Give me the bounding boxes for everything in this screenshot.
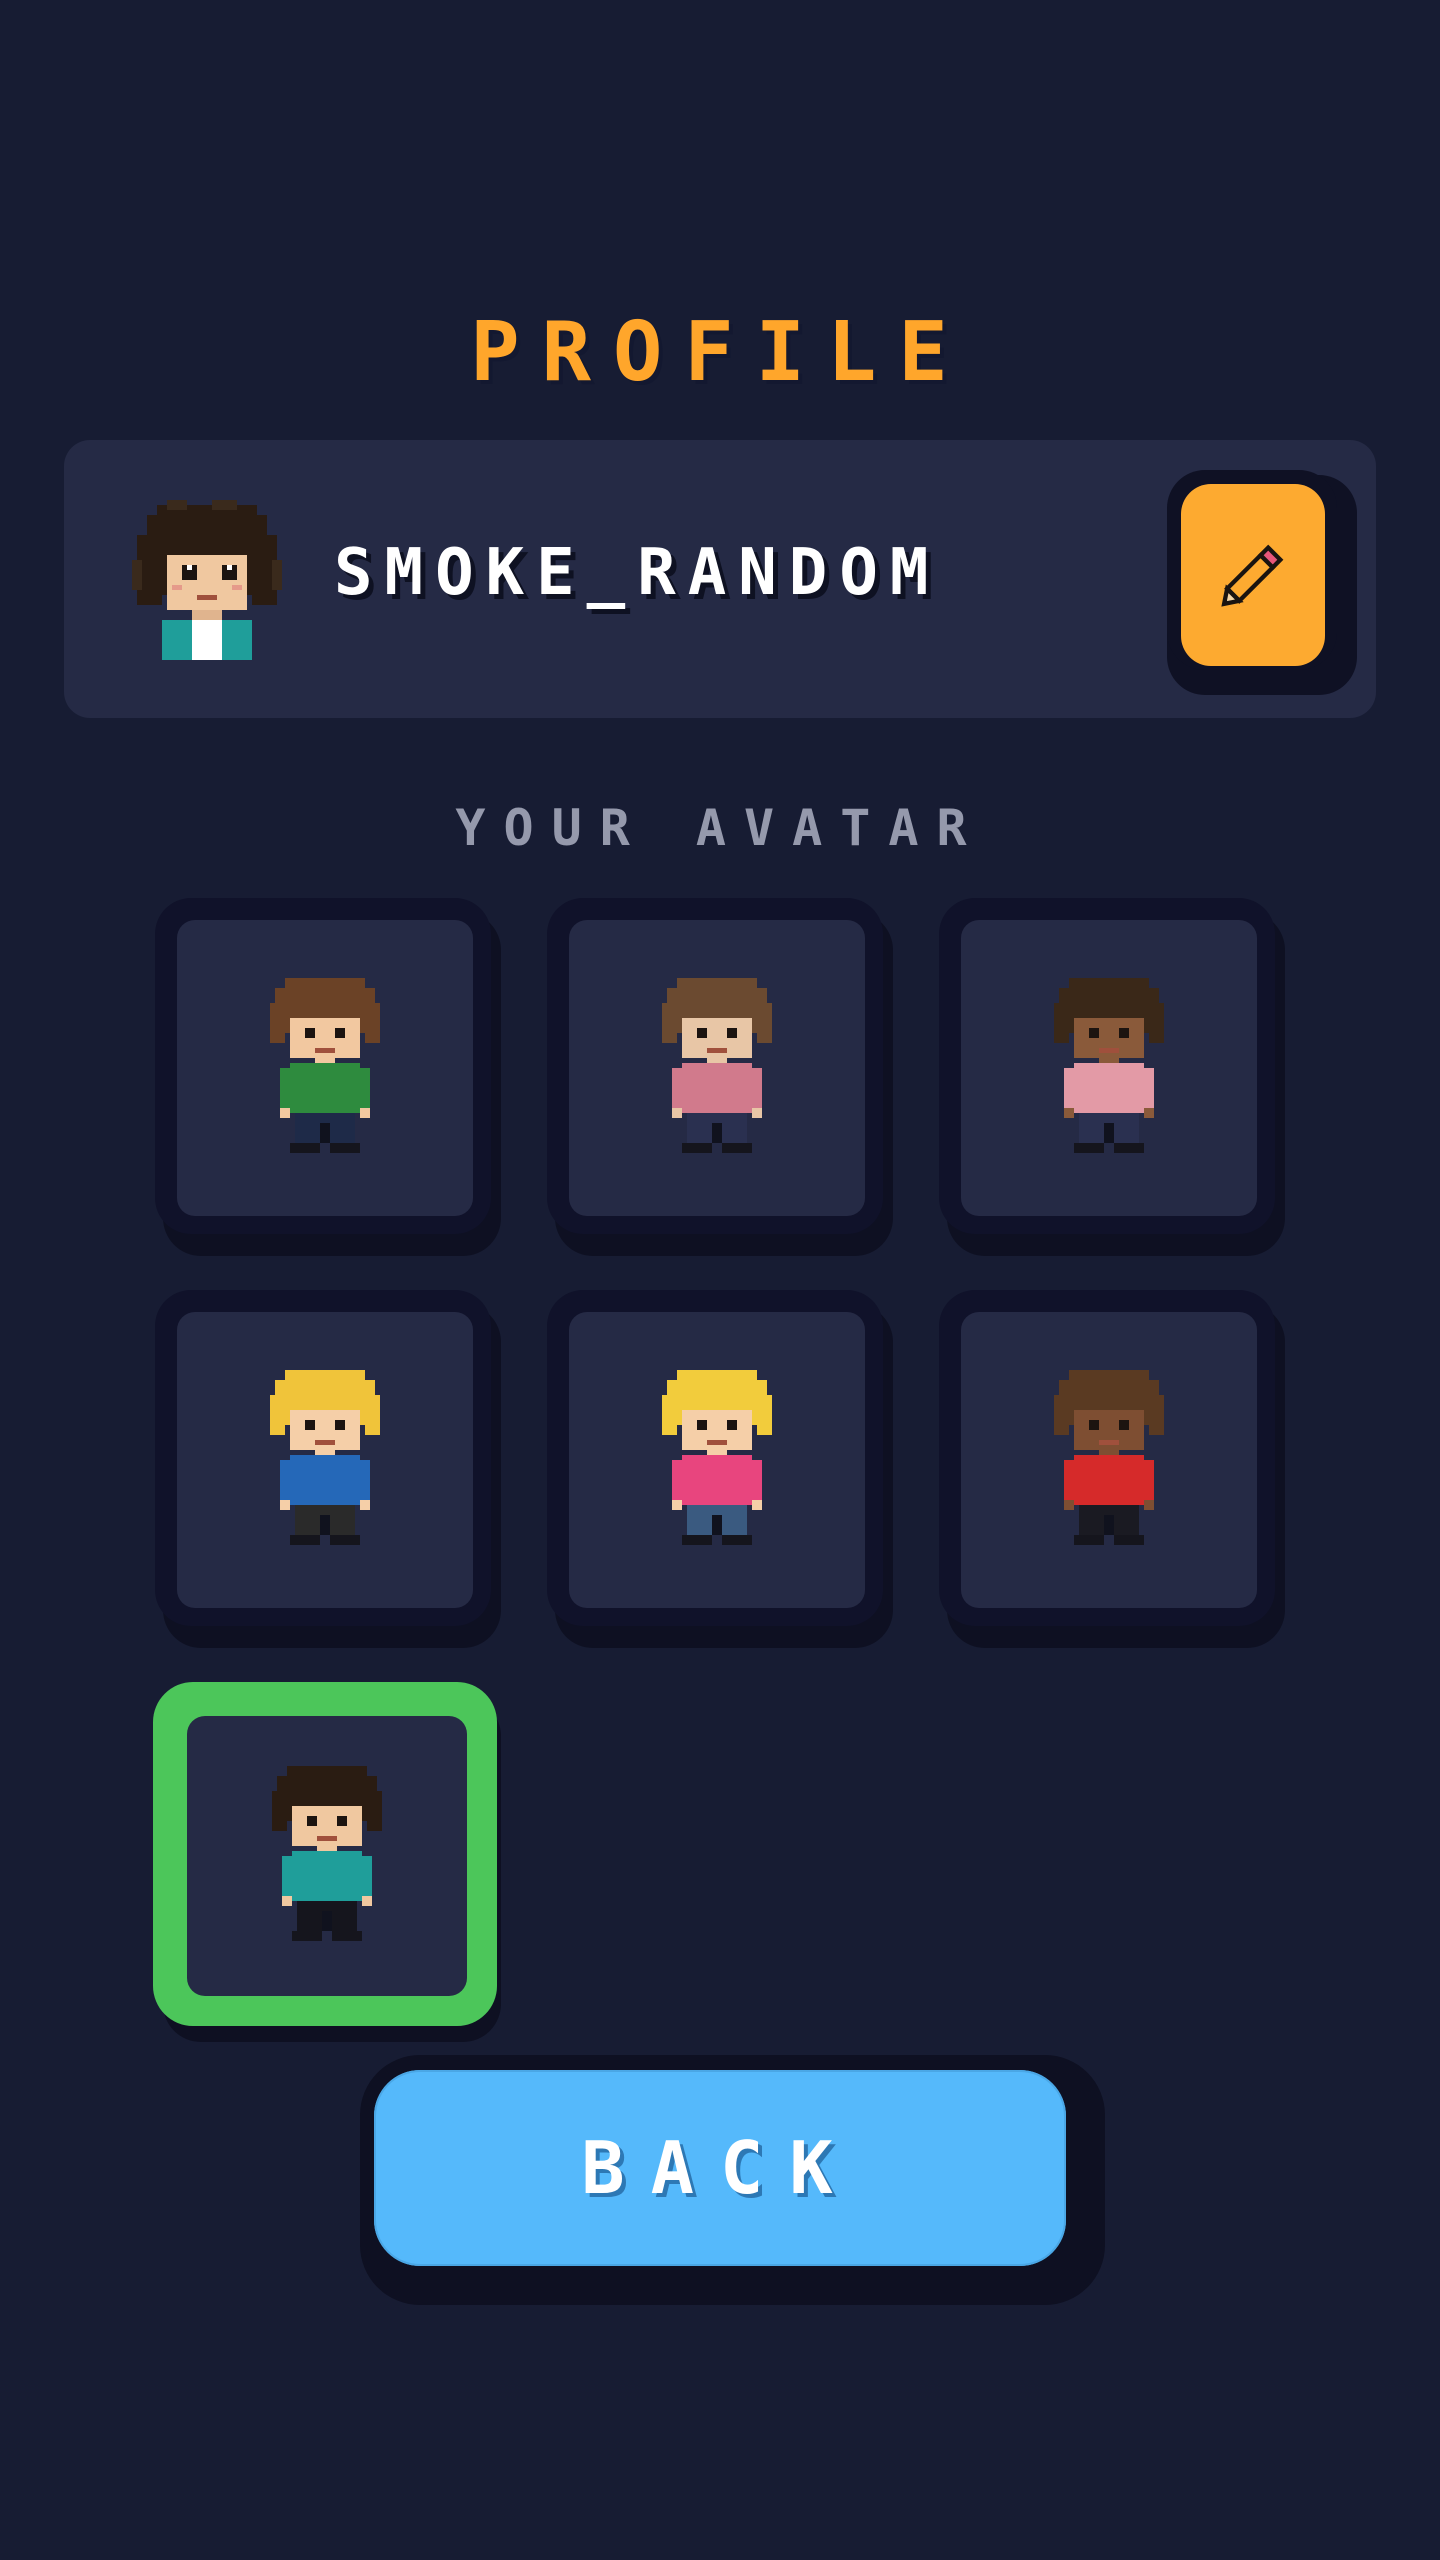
avatar-tile-face bbox=[177, 920, 473, 1216]
username: SMOKE_RANDOM bbox=[334, 536, 941, 610]
avatar-tile-face bbox=[177, 1312, 473, 1608]
avatar-tile-face bbox=[961, 1312, 1257, 1608]
dark-curly-hair-pink-sweater-avatar-icon bbox=[1054, 978, 1164, 1153]
avatar-tile-face bbox=[187, 1716, 467, 1996]
curly-hair-teal-jacket-avatar-icon bbox=[272, 1766, 382, 1941]
back-button[interactable]: BACK bbox=[374, 2070, 1066, 2266]
profile-avatar-icon bbox=[132, 500, 282, 660]
brown-hair-girl-pink-sweater-avatar-icon bbox=[662, 978, 772, 1153]
pencil-icon bbox=[1221, 544, 1284, 607]
brown-hair-red-shirt-avatar-icon bbox=[1054, 1370, 1164, 1545]
avatar-option-6[interactable] bbox=[939, 1290, 1285, 1648]
avatar-option-4[interactable] bbox=[155, 1290, 501, 1648]
avatar-option-7[interactable] bbox=[153, 1682, 501, 2042]
avatar-option-1[interactable] bbox=[155, 898, 501, 1256]
avatar-option-2[interactable] bbox=[547, 898, 893, 1256]
brown-hair-boy-green-sweater-avatar-icon bbox=[270, 978, 380, 1153]
avatar-option-3[interactable] bbox=[939, 898, 1285, 1256]
edit-username-button[interactable] bbox=[1167, 470, 1337, 670]
blonde-boy-blue-hoodie-avatar-icon bbox=[270, 1370, 380, 1545]
avatar-section-heading: YOUR AVATAR bbox=[455, 799, 985, 857]
avatar-option-5[interactable] bbox=[547, 1290, 893, 1648]
page-title: PROFILE bbox=[470, 305, 970, 400]
profile-card: SMOKE_RANDOM bbox=[64, 440, 1376, 718]
blonde-girl-pink-shirt-avatar-icon bbox=[662, 1370, 772, 1545]
avatar-tile-face bbox=[569, 1312, 865, 1608]
avatar-tile-face bbox=[961, 920, 1257, 1216]
edit-button-face bbox=[1181, 484, 1325, 666]
avatar-tile-face bbox=[569, 920, 865, 1216]
